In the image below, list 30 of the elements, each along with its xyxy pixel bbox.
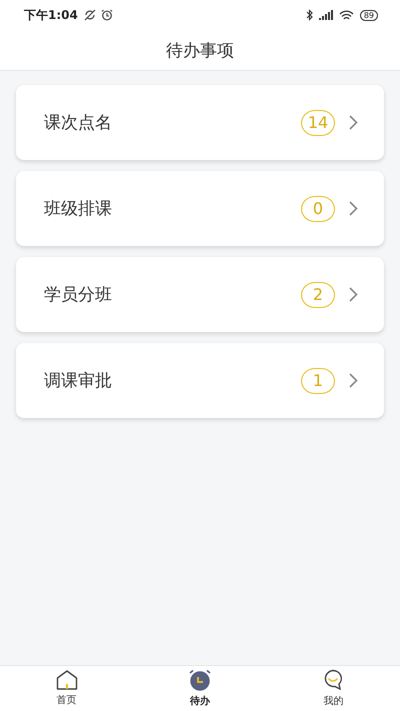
- todo-card[interactable]: 课次点名 14: [16, 85, 384, 160]
- chevron-right-icon: [349, 115, 358, 130]
- chevron-right-icon: [349, 373, 358, 388]
- page-title: 待办事项: [166, 40, 234, 62]
- chevron-right-icon: [349, 201, 358, 216]
- home-icon: [56, 670, 78, 690]
- todo-card[interactable]: 班级排课 0: [16, 171, 384, 246]
- todo-label: 调课审批: [44, 370, 113, 392]
- count-badge: 14: [301, 110, 335, 136]
- alarm-icon: [100, 9, 113, 21]
- count-badge: 0: [301, 196, 335, 222]
- status-time: 下午1:04: [24, 6, 78, 24]
- chevron-right-icon: [349, 287, 358, 302]
- smiley-icon: [322, 669, 344, 691]
- sync-off-icon: [84, 9, 96, 21]
- count-badge: 2: [301, 282, 335, 308]
- todo-label: 班级排课: [44, 198, 113, 220]
- alarm-clock-icon: [188, 669, 212, 691]
- wifi-icon: [338, 10, 354, 20]
- todo-label: 学员分班: [44, 284, 113, 306]
- tab-item[interactable]: 首页: [0, 666, 134, 711]
- signal-icon: [318, 10, 333, 20]
- tab-item[interactable]: 我的: [266, 666, 400, 711]
- todo-card[interactable]: 学员分班 2: [16, 257, 384, 332]
- bluetooth-icon: [306, 9, 313, 21]
- battery-level: 89: [360, 10, 378, 20]
- count-badge: 1: [301, 368, 335, 394]
- todo-label: 课次点名: [44, 112, 113, 134]
- tab-item[interactable]: 待办: [133, 666, 267, 711]
- todo-card[interactable]: 调课审批 1: [16, 343, 384, 418]
